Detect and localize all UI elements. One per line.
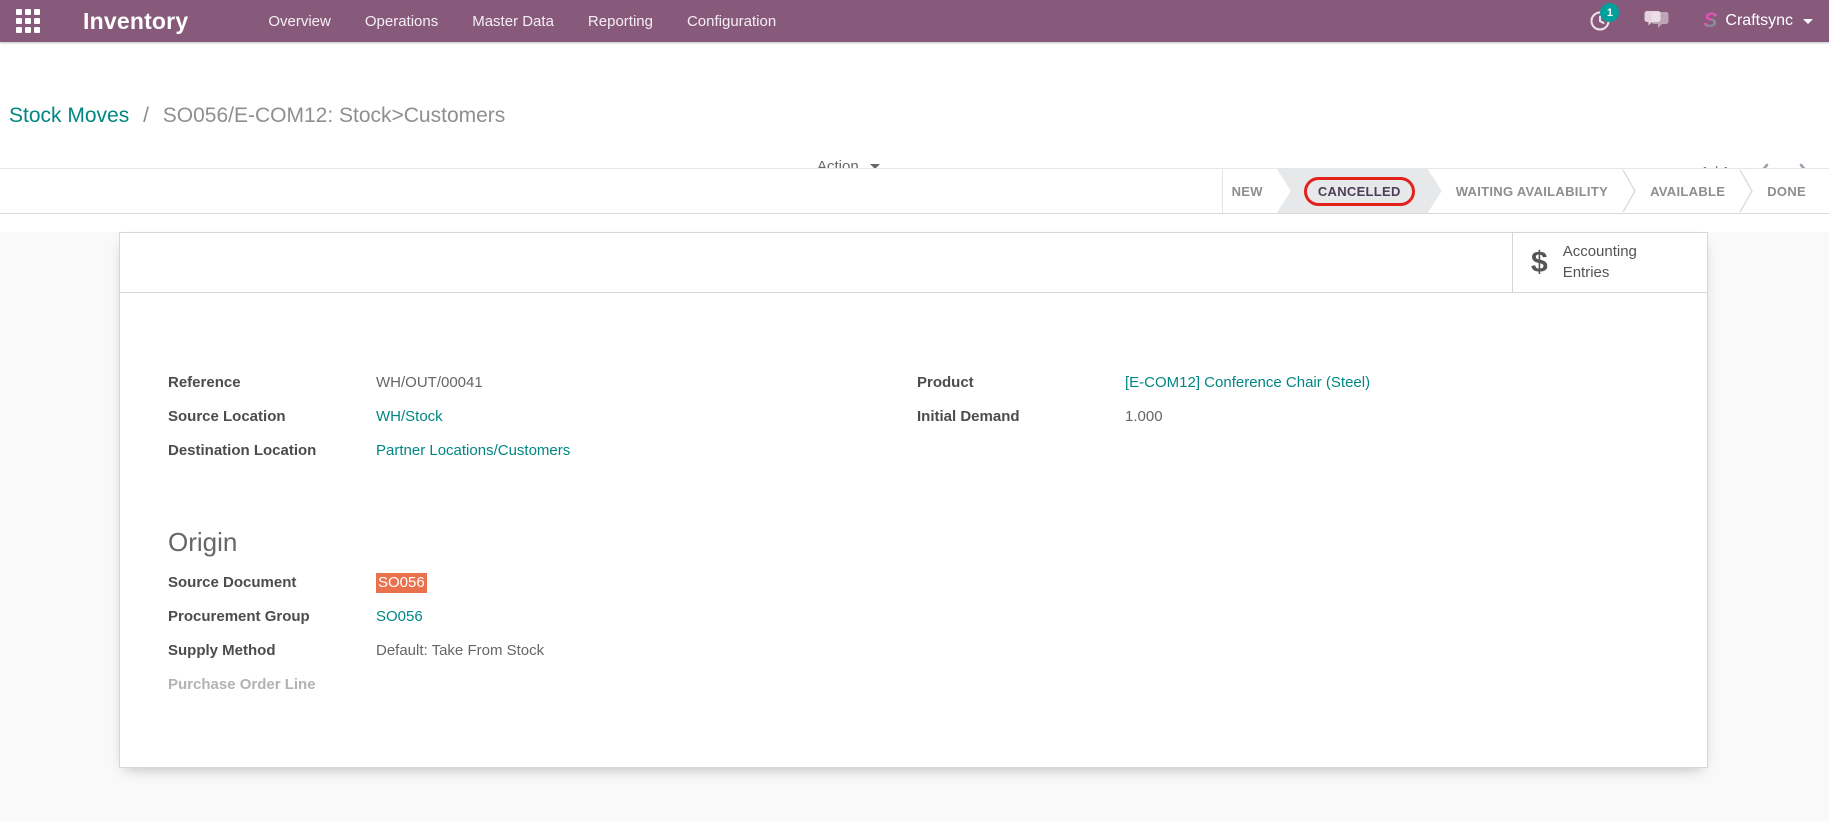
field-label: Initial Demand [917,407,1125,427]
dollar-icon: $ [1531,246,1548,280]
company-logo-icon: S [1703,10,1717,32]
field-label: Supply Method [168,641,376,661]
content-area: $ Accounting Entries Reference WH/OUT/00… [0,232,1829,821]
field-value: Default: Take From Stock [376,641,544,661]
cancelled-highlight-ring: CANCELLED [1304,177,1415,206]
field-label: Destination Location [168,441,376,461]
menu-master-data[interactable]: Master Data [472,13,554,30]
fields-left-column: Reference WH/OUT/00041 Source Location W… [168,373,917,475]
statusbar-steps: NEW CANCELLED WAITING AVAILABILITY AVAIL… [1222,169,1829,213]
accounting-entries-label: Accounting Entries [1563,242,1655,283]
fields-grid: Reference WH/OUT/00041 Source Location W… [168,373,1707,475]
field-purchase-order-line: Purchase Order Line [168,675,1707,695]
status-step-done[interactable]: DONE [1754,184,1819,199]
apps-grid-icon[interactable] [16,9,40,33]
field-label: Product [917,373,1125,393]
field-source-location: Source Location WH/Stock [168,407,917,427]
chevron-down-icon [1803,19,1813,24]
field-source-document: Source Document SO056 [168,573,1707,593]
statusbar: NEW CANCELLED WAITING AVAILABILITY AVAIL… [0,168,1829,214]
top-navbar: Inventory Overview Operations Master Dat… [0,0,1829,42]
field-label: Reference [168,373,376,393]
breadcrumb-stock-moves[interactable]: Stock Moves [9,104,129,127]
breadcrumb-separator: / [143,104,149,127]
messages-icon[interactable] [1643,10,1671,32]
menu-overview[interactable]: Overview [268,13,331,30]
accounting-entries-button[interactable]: $ Accounting Entries [1512,233,1707,292]
field-product: Product [E-COM12] Conference Chair (Stee… [917,373,1707,393]
app-title[interactable]: Inventory [83,8,188,35]
navbar-right: 1 S Craftsync [1589,10,1813,32]
field-label: Purchase Order Line [168,675,376,695]
activity-clock-icon[interactable]: 1 [1589,10,1611,32]
status-step-available[interactable]: AVAILABLE [1637,184,1738,199]
product-link[interactable]: [E-COM12] Conference Chair (Steel) [1125,373,1370,393]
control-panel: Stock Moves / SO056/E-COM12: Stock>Custo… [0,42,1829,168]
field-destination-location: Destination Location Partner Locations/C… [168,441,917,461]
user-name: Craftsync [1725,12,1793,30]
field-initial-demand: Initial Demand 1.000 [917,407,1707,427]
origin-section: Source Document SO056 Procurement Group … [168,573,1707,695]
inventory-stock-move-page: Inventory Overview Operations Master Dat… [0,0,1829,821]
fields-right-column: Product [E-COM12] Conference Chair (Stee… [917,373,1707,441]
breadcrumb-current: SO056/E-COM12: Stock>Customers [163,104,506,127]
origin-heading: Origin [168,527,1707,557]
form-card: $ Accounting Entries Reference WH/OUT/00… [119,232,1708,768]
procurement-group-link[interactable]: SO056 [376,607,423,627]
status-step-cancelled[interactable]: CANCELLED [1277,169,1442,213]
source-location-link[interactable]: WH/Stock [376,407,443,427]
field-supply-method: Supply Method Default: Take From Stock [168,641,1707,661]
user-menu[interactable]: S Craftsync [1703,10,1813,32]
status-step-waiting-availability[interactable]: WAITING AVAILABILITY [1443,184,1621,199]
main-menu: Overview Operations Master Data Reportin… [268,13,776,30]
source-document-value-selected: SO056 [376,573,427,593]
status-step-new[interactable]: NEW [1219,184,1276,199]
activity-count-badge: 1 [1600,3,1619,22]
field-label: Source Document [168,573,376,593]
menu-operations[interactable]: Operations [365,13,438,30]
field-value: 1.000 [1125,407,1163,427]
chevron-separator-icon [1621,169,1637,213]
breadcrumb: Stock Moves / SO056/E-COM12: Stock>Custo… [9,104,505,128]
field-label: Procurement Group [168,607,376,627]
menu-configuration[interactable]: Configuration [687,13,776,30]
button-box-bar: $ Accounting Entries [120,233,1707,293]
field-procurement-group: Procurement Group SO056 [168,607,1707,627]
chevron-separator-icon [1738,169,1754,213]
form-sheet: Reference WH/OUT/00041 Source Location W… [120,293,1707,695]
field-label: Source Location [168,407,376,427]
field-reference: Reference WH/OUT/00041 [168,373,917,393]
menu-reporting[interactable]: Reporting [588,13,653,30]
destination-location-link[interactable]: Partner Locations/Customers [376,441,570,461]
field-value: WH/OUT/00041 [376,373,483,393]
